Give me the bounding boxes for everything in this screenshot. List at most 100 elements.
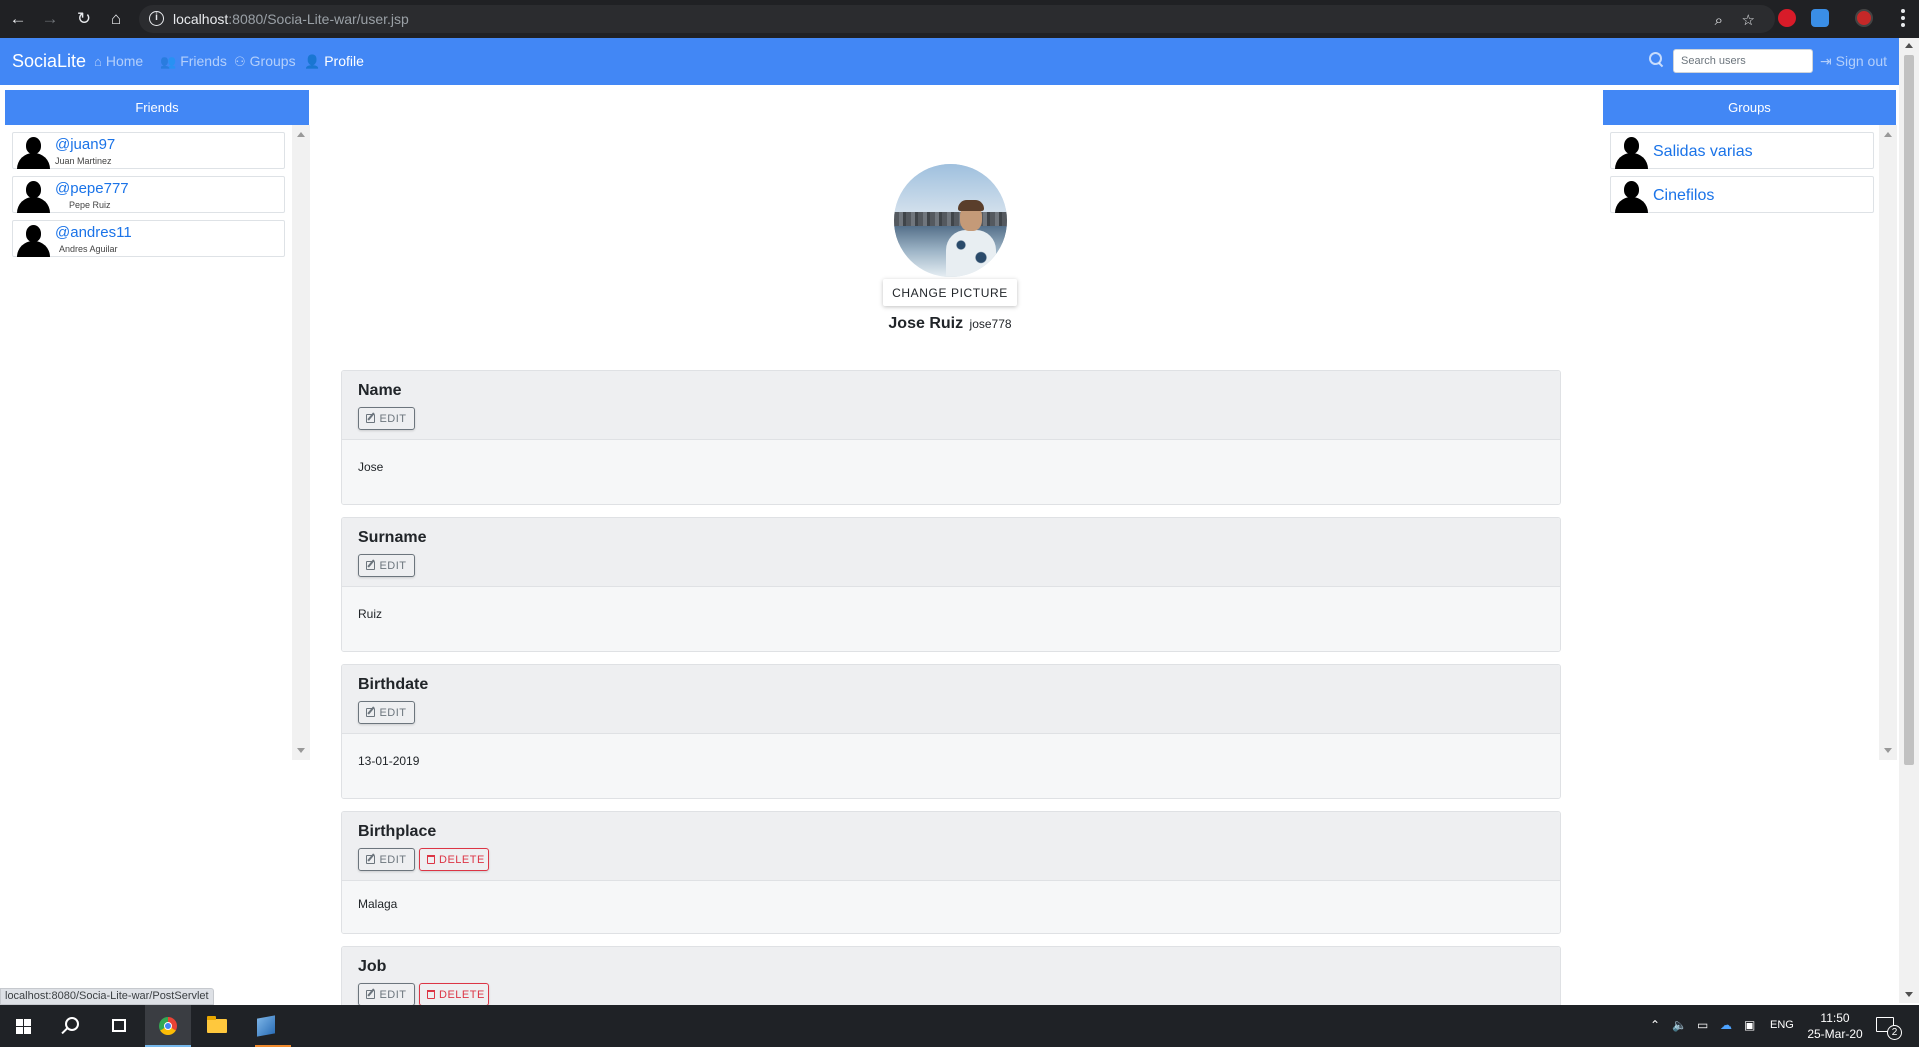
friend-name: Andres Aguilar <box>59 244 118 254</box>
sign-out-link[interactable]: ⇥ Sign out <box>1820 53 1887 70</box>
home-icon: ⌂ <box>94 54 102 69</box>
extension-cloud-icon[interactable] <box>1811 9 1829 27</box>
avatar <box>1614 135 1648 169</box>
brand-logo[interactable]: SociaLite <box>12 51 86 72</box>
back-arrow-icon[interactable]: ← <box>8 9 28 29</box>
friends-scrollbar[interactable] <box>292 125 310 760</box>
sign-out-icon: ⇥ <box>1820 53 1836 69</box>
field-title: Birthdate <box>358 676 429 693</box>
group-name[interactable]: Cinefilos <box>1653 187 1714 205</box>
scroll-down-arrow-icon[interactable] <box>297 748 305 753</box>
link-status-bar: localhost:8080/Socia-Lite-war/PostServle… <box>0 988 214 1005</box>
onedrive-icon[interactable]: ☁ <box>1720 1018 1732 1032</box>
windows-taskbar: ⌃ 🔈 ▭ ☁ ▣ ENG 11:50 25-Mar-20 2 <box>0 1005 1919 1047</box>
delete-job-button[interactable]: DELETE <box>419 983 489 1006</box>
field-value: Jose <box>358 460 384 474</box>
friend-name: Juan Martinez <box>55 156 112 166</box>
network-icon[interactable]: ▣ <box>1744 1018 1755 1032</box>
nav-friends[interactable]: 👥 Friends <box>160 53 227 70</box>
scroll-up-arrow-icon[interactable] <box>1884 132 1892 137</box>
field-card-birthplace: Birthplace EDIT DELETE Malaga <box>341 811 1561 934</box>
scroll-down-arrow-icon[interactable] <box>1905 992 1913 997</box>
friends-list: @juan97 Juan Martinez @pepe777 Pepe Ruiz… <box>5 125 292 760</box>
chrome-icon <box>159 1017 177 1035</box>
tray-chevron-icon[interactable]: ⌃ <box>1650 1018 1660 1032</box>
avatar <box>16 135 50 169</box>
scroll-up-arrow-icon[interactable] <box>297 132 305 137</box>
nav-home[interactable]: ⌂ Home <box>94 53 143 69</box>
friend-handle[interactable]: @andres11 <box>55 224 132 241</box>
reload-icon[interactable]: ↻ <box>74 9 94 29</box>
profile-username: jose778 <box>969 317 1012 331</box>
battery-icon[interactable]: ▭ <box>1697 1018 1708 1032</box>
windows-start-icon[interactable] <box>16 1019 31 1034</box>
field-title: Surname <box>358 529 427 546</box>
search-users-input[interactable] <box>1673 49 1813 73</box>
groups-scrollbar[interactable] <box>1879 125 1897 760</box>
profile-avatar-icon[interactable] <box>1855 9 1873 27</box>
edit-birthplace-button[interactable]: EDIT <box>358 848 415 871</box>
language-indicator[interactable]: ENG <box>1770 1019 1794 1031</box>
volume-icon[interactable]: 🔈 <box>1672 1018 1687 1032</box>
user-icon: 👤 <box>304 54 321 69</box>
field-value: 13-01-2019 <box>358 754 420 768</box>
bookmark-star-icon[interactable]: ☆ <box>1742 13 1755 28</box>
trash-icon <box>427 989 435 999</box>
field-card-surname: Surname EDIT Ruiz <box>341 517 1561 652</box>
taskbar-search-icon[interactable] <box>65 1017 79 1031</box>
edit-icon <box>366 989 376 999</box>
profile-picture <box>894 164 1007 277</box>
scroll-up-arrow-icon[interactable] <box>1905 43 1913 48</box>
zoom-icon[interactable]: ⌕ <box>1715 13 1723 28</box>
search-icon <box>1649 52 1663 66</box>
edit-birthdate-button[interactable]: EDIT <box>358 701 415 724</box>
forward-arrow-icon[interactable]: → <box>40 9 60 29</box>
delete-birthplace-button[interactable]: DELETE <box>419 848 489 871</box>
group-name[interactable]: Salidas varias <box>1653 143 1753 161</box>
scroll-down-arrow-icon[interactable] <box>1884 748 1892 753</box>
edit-surname-button[interactable]: EDIT <box>358 554 415 577</box>
nav-profile[interactable]: 👤 Profile <box>304 53 364 70</box>
nav-groups[interactable]: ⚇ Groups <box>234 53 296 70</box>
home-icon[interactable]: ⌂ <box>106 9 126 29</box>
info-icon[interactable]: i <box>149 11 164 26</box>
edit-icon <box>366 413 376 423</box>
edit-icon <box>366 560 376 570</box>
field-card-birthdate: Birthdate EDIT 13-01-2019 <box>341 664 1561 799</box>
profile-name: Jose Ruiz jose778 <box>0 315 1900 333</box>
edit-icon <box>366 707 376 717</box>
friend-name: Pepe Ruiz <box>69 200 111 210</box>
page-scrollbar-thumb[interactable] <box>1904 55 1914 765</box>
friend-item-juan97[interactable]: @juan97 Juan Martinez <box>12 132 285 169</box>
page-scrollbar[interactable] <box>1899 38 1919 1003</box>
group-item-cinefilos[interactable]: Cinefilos <box>1610 176 1874 213</box>
browser-toolbar: ← → ↻ ⌂ i localhost:8080/Socia-Lite-war/… <box>0 0 1919 38</box>
address-bar[interactable]: i localhost:8080/Socia-Lite-war/user.jsp… <box>139 5 1775 33</box>
taskbar-clock[interactable]: 11:50 25-Mar-20 <box>1806 1010 1864 1042</box>
taskbar-chrome-button[interactable] <box>145 1005 191 1047</box>
users-icon: 👥 <box>160 54 177 69</box>
friend-handle[interactable]: @pepe777 <box>55 180 129 197</box>
edit-job-button[interactable]: EDIT <box>358 983 415 1006</box>
avatar <box>1614 179 1648 213</box>
avatar <box>16 223 50 257</box>
group-icon: ⚇ <box>234 54 246 69</box>
url-text[interactable]: localhost:8080/Socia-Lite-war/user.jsp <box>173 11 409 27</box>
extension-red-icon[interactable] <box>1778 9 1796 27</box>
friend-item-pepe777[interactable]: @pepe777 Pepe Ruiz <box>12 176 285 213</box>
friend-item-andres11[interactable]: @andres11 Andres Aguilar <box>12 220 285 257</box>
task-view-icon[interactable] <box>112 1019 126 1032</box>
groups-list: Salidas varias Cinefilos <box>1603 125 1879 760</box>
field-card-name: Name EDIT Jose <box>341 370 1561 505</box>
profile-full-name: Jose Ruiz <box>888 315 964 332</box>
notification-count-badge: 2 <box>1887 1025 1902 1040</box>
avatar <box>16 179 50 213</box>
menu-kebab-icon[interactable] <box>1901 9 1905 29</box>
edit-name-button[interactable]: EDIT <box>358 407 415 430</box>
file-explorer-icon[interactable] <box>207 1016 227 1033</box>
field-value: Malaga <box>358 897 398 911</box>
friend-handle[interactable]: @juan97 <box>55 136 115 153</box>
app-cube-icon[interactable] <box>257 1015 275 1037</box>
group-item-salidas-varias[interactable]: Salidas varias <box>1610 132 1874 169</box>
change-picture-button[interactable]: CHANGE PICTURE <box>883 279 1017 306</box>
